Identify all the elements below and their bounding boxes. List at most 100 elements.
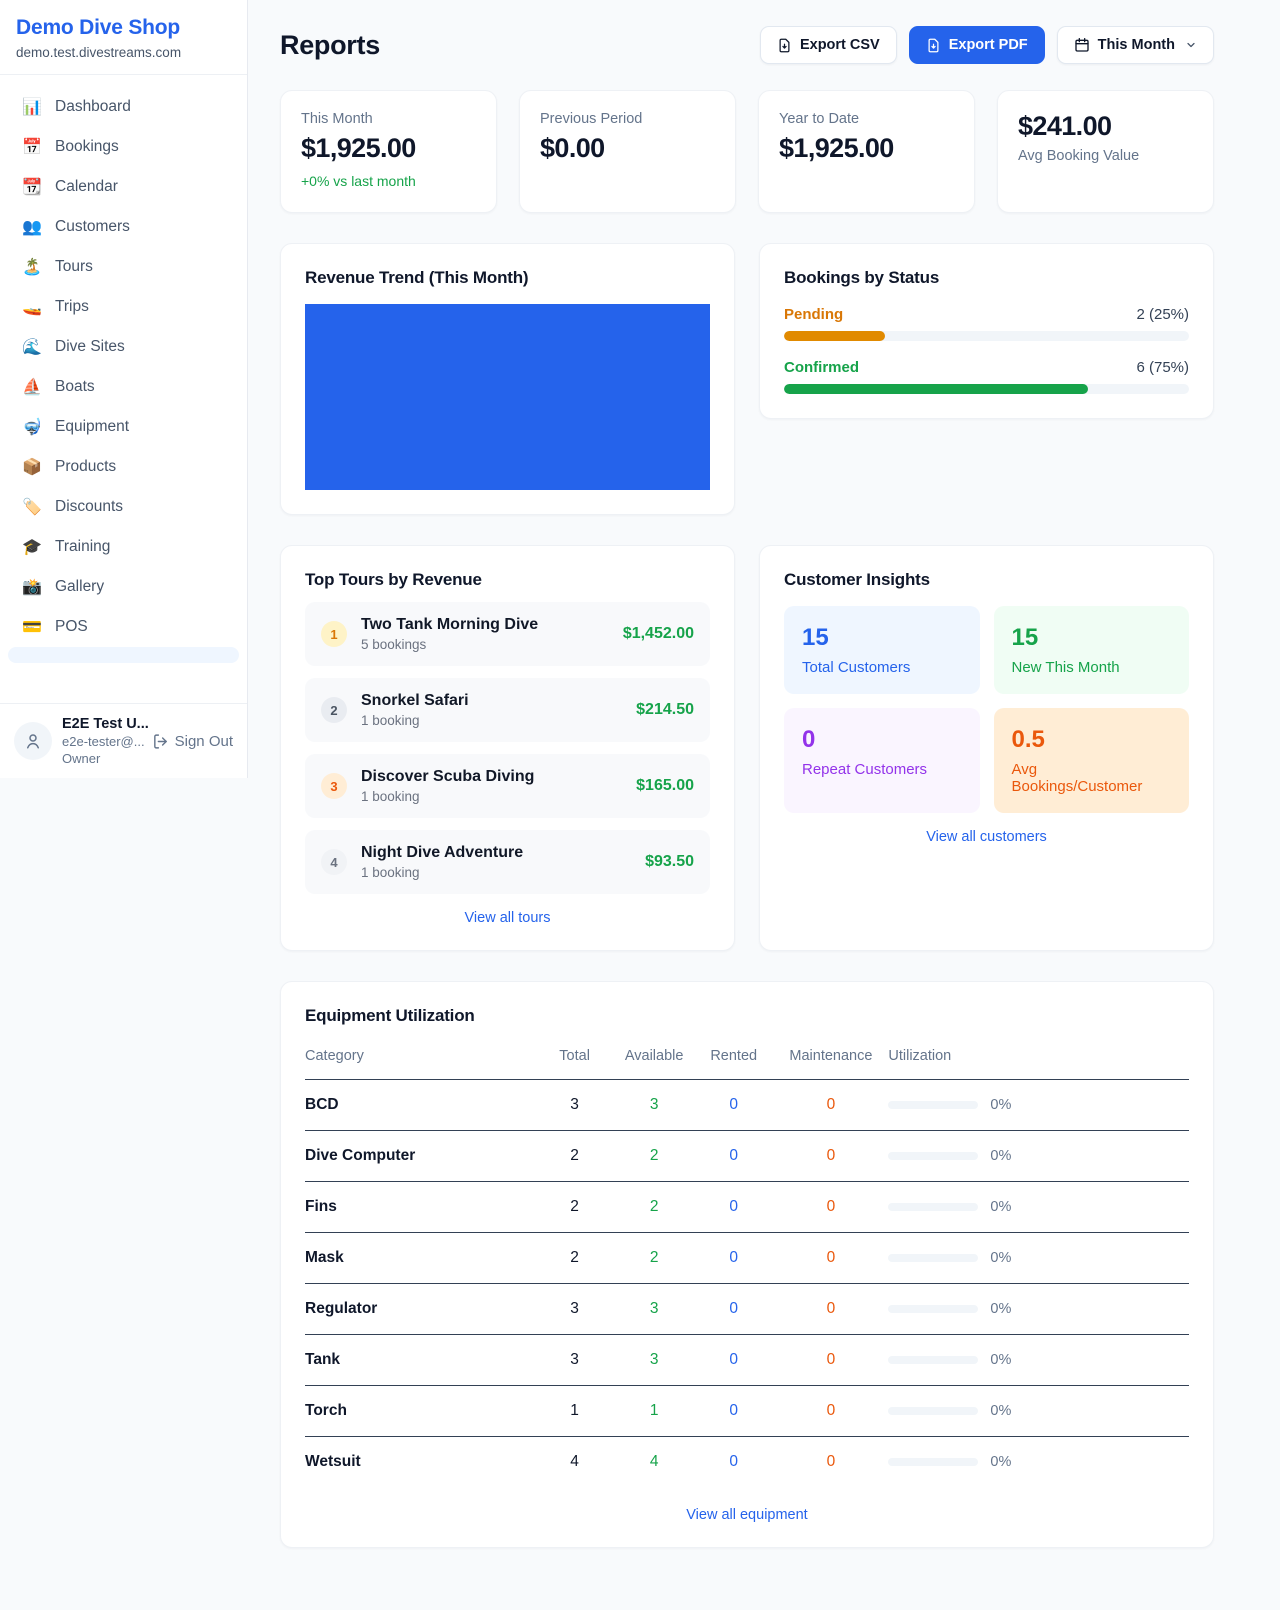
sidebar-item-training[interactable]: 🎓 Training <box>8 527 239 567</box>
insight-label: New This Month <box>1012 659 1172 676</box>
sidebar-nav: 📊 Dashboard 📅 Bookings 📆 Calendar 👥 Cust… <box>0 75 247 703</box>
cell-rented: 0 <box>694 1182 774 1233</box>
sidebar-item-label: Customers <box>55 218 130 236</box>
sidebar-item-discounts[interactable]: 🏷️ Discounts <box>8 487 239 527</box>
status-count: 2 (25%) <box>1136 306 1189 323</box>
shop-domain: demo.test.divestreams.com <box>16 45 231 60</box>
utilization-percent: 0% <box>990 1352 1011 1368</box>
export-pdf-button[interactable]: Export PDF <box>909 26 1045 64</box>
cell-maintenance: 0 <box>773 1284 888 1335</box>
sidebar-header: Demo Dive Shop demo.test.divestreams.com <box>0 0 247 75</box>
table-row: Mask 2 2 0 0 0% <box>305 1233 1189 1284</box>
sidebar-item-reports-partial[interactable] <box>8 647 239 663</box>
tour-row: 2 Snorkel Safari 1 booking $214.50 <box>305 678 710 742</box>
status-row-pending: Pending 2 (25%) <box>784 306 1189 341</box>
stat-label: Avg Booking Value <box>1018 148 1193 164</box>
insight-label: Avg Bookings/Customer <box>1012 761 1172 795</box>
tour-bookings: 5 bookings <box>361 637 538 652</box>
top-tours-card: Top Tours by Revenue 1 Two Tank Morning … <box>280 545 735 951</box>
sidebar-item-dashboard[interactable]: 📊 Dashboard <box>8 87 239 127</box>
sidebar-item-boats[interactable]: ⛵ Boats <box>8 367 239 407</box>
insight-value: 0.5 <box>1012 726 1172 754</box>
utilization-bar <box>888 1203 978 1211</box>
sidebar-item-pos[interactable]: 💳 POS <box>8 607 239 647</box>
sidebar-item-label: Dive Sites <box>55 338 125 356</box>
cell-maintenance: 0 <box>773 1233 888 1284</box>
stat-value: $0.00 <box>540 133 715 164</box>
cell-total: 3 <box>535 1335 615 1386</box>
sidebar-item-bookings[interactable]: 📅 Bookings <box>8 127 239 167</box>
export-csv-button[interactable]: Export CSV <box>760 26 897 64</box>
tour-revenue: $93.50 <box>645 853 694 871</box>
view-all-customers-link[interactable]: View all customers <box>784 829 1189 845</box>
view-all-tours-link[interactable]: View all tours <box>305 910 710 926</box>
cell-category: BCD <box>305 1080 535 1131</box>
insight-value: 15 <box>802 624 962 652</box>
column-header-available: Available <box>614 1040 694 1080</box>
utilization-percent: 0% <box>990 1250 1011 1266</box>
tours-island-icon: 🏝️ <box>22 257 42 277</box>
cell-available: 2 <box>614 1131 694 1182</box>
status-bar-fill <box>784 331 885 341</box>
utilization-percent: 0% <box>990 1301 1011 1317</box>
utilization-percent: 0% <box>990 1454 1011 1470</box>
rank-badge: 3 <box>321 773 347 799</box>
customers-icon: 👥 <box>22 217 42 237</box>
stat-label: Year to Date <box>779 111 954 127</box>
cell-available: 2 <box>614 1233 694 1284</box>
sidebar-item-label: Products <box>55 458 116 476</box>
sidebar-item-equipment[interactable]: 🤿 Equipment <box>8 407 239 447</box>
cell-rented: 0 <box>694 1233 774 1284</box>
column-header-maintenance: Maintenance <box>773 1040 888 1080</box>
view-all-equipment-link[interactable]: View all equipment <box>305 1507 1189 1523</box>
cell-category: Regulator <box>305 1284 535 1335</box>
utilization-percent: 0% <box>990 1403 1011 1419</box>
revenue-trend-title: Revenue Trend (This Month) <box>305 268 710 288</box>
cell-rented: 0 <box>694 1437 774 1488</box>
period-dropdown[interactable]: This Month <box>1057 26 1214 64</box>
sidebar-item-label: Equipment <box>55 418 129 436</box>
status-label: Confirmed <box>784 359 859 376</box>
export-pdf-label: Export PDF <box>949 37 1028 53</box>
user-footer: E2E Test U... e2e-tester@... Owner Sign … <box>0 703 247 778</box>
sign-out-label: Sign Out <box>175 733 233 750</box>
page-title: Reports <box>280 30 380 61</box>
sidebar-item-label: Dashboard <box>55 98 131 116</box>
sidebar-item-label: Boats <box>55 378 95 396</box>
package-icon: 📦 <box>22 457 42 477</box>
user-name: E2E Test U... <box>62 716 142 732</box>
page-header: Reports Export CSV Export PDF <box>280 26 1214 64</box>
utilization-cell: 0% <box>888 1454 1189 1470</box>
sidebar-item-calendar[interactable]: 📆 Calendar <box>8 167 239 207</box>
sidebar-item-label: Calendar <box>55 178 118 196</box>
sidebar-item-dive-sites[interactable]: 🌊 Dive Sites <box>8 327 239 367</box>
sidebar-item-gallery[interactable]: 📸 Gallery <box>8 567 239 607</box>
sidebar-item-label: Training <box>55 538 110 556</box>
cell-rented: 0 <box>694 1386 774 1437</box>
cell-maintenance: 0 <box>773 1386 888 1437</box>
stat-label: This Month <box>301 111 476 127</box>
customer-insights-card: Customer Insights 15 Total Customers 15 … <box>759 545 1214 951</box>
insight-avg-bookings: 0.5 Avg Bookings/Customer <box>994 708 1190 813</box>
chevron-down-icon <box>1185 39 1197 51</box>
sidebar-item-label: Trips <box>55 298 89 316</box>
cell-total: 3 <box>535 1284 615 1335</box>
tour-revenue: $214.50 <box>636 701 694 719</box>
cell-available: 2 <box>614 1182 694 1233</box>
utilization-percent: 0% <box>990 1097 1011 1113</box>
cell-available: 3 <box>614 1284 694 1335</box>
tour-row: 4 Night Dive Adventure 1 booking $93.50 <box>305 830 710 894</box>
sidebar-item-label: Bookings <box>55 138 119 156</box>
diving-mask-icon: 🤿 <box>22 417 42 437</box>
sidebar-item-products[interactable]: 📦 Products <box>8 447 239 487</box>
utilization-bar <box>888 1152 978 1160</box>
insight-label: Total Customers <box>802 659 962 676</box>
sign-out-button[interactable]: Sign Out <box>152 733 233 750</box>
insights-grid: 15 Total Customers 15 New This Month 0 R… <box>784 606 1189 813</box>
sidebar-item-customers[interactable]: 👥 Customers <box>8 207 239 247</box>
sidebar-item-trips[interactable]: 🚤 Trips <box>8 287 239 327</box>
revenue-trend-card: Revenue Trend (This Month) <box>280 243 735 515</box>
sidebar-item-tours[interactable]: 🏝️ Tours <box>8 247 239 287</box>
bookings-calendar-icon: 📅 <box>22 137 42 157</box>
table-row: Torch 1 1 0 0 0% <box>305 1386 1189 1437</box>
